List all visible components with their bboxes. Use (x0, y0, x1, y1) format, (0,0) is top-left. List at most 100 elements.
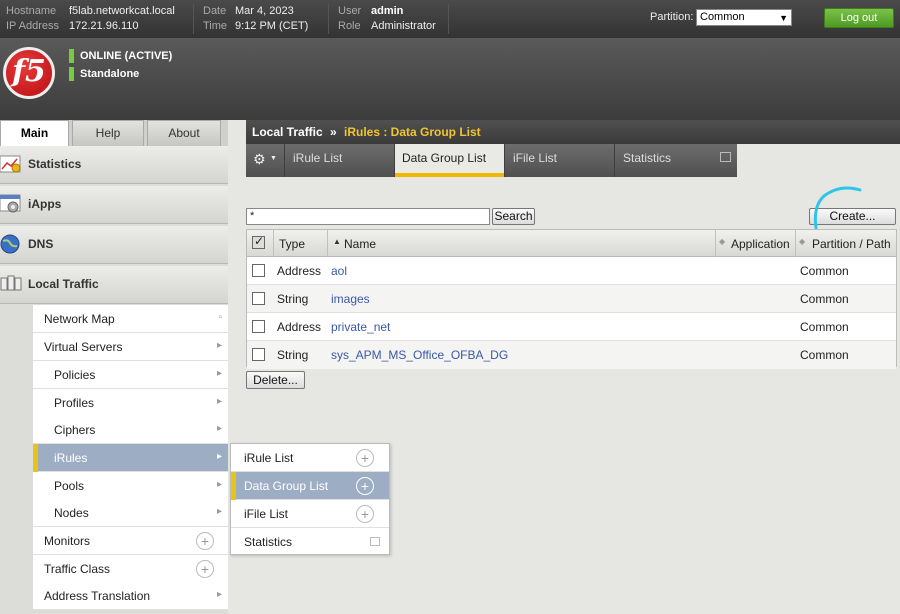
sort-asc-icon: ▲ (333, 237, 341, 246)
chevron-right-icon: ▸ (216, 396, 222, 407)
sidebar-item-monitors[interactable]: Monitors + (33, 527, 228, 555)
sidebar-item-statistics[interactable]: Statistics (0, 146, 228, 184)
sidebar-label: Virtual Servers (44, 340, 123, 354)
role-label: Role (338, 20, 361, 32)
row-checkbox[interactable] (252, 348, 265, 361)
breadcrumb-root[interactable]: Local Traffic (252, 125, 323, 139)
sidebar-item-pools[interactable]: Pools ▸ (33, 472, 228, 500)
logout-button[interactable]: Log out (824, 8, 894, 28)
flyout-item-statistics[interactable]: Statistics (231, 528, 389, 556)
tab-main[interactable]: Main (0, 120, 69, 146)
local-traffic-icon (0, 275, 22, 291)
flyout-item-irule-list[interactable]: iRule List + (231, 444, 389, 472)
chevron-right-icon: ▸ (216, 423, 222, 434)
sidebar-label: DNS (28, 237, 54, 251)
table-header: Type ▲Name ◆ Application ◆ Partition / Pat… (247, 230, 896, 257)
header-application[interactable]: ◆ Application (716, 230, 796, 257)
globe-icon (0, 234, 20, 254)
partition-label: Partition: (650, 11, 694, 23)
search-button[interactable]: Search (492, 208, 535, 225)
chevron-right-icon: ▸ (216, 506, 222, 517)
sidebar-item-irules[interactable]: iRules ▸ (33, 444, 228, 472)
add-icon[interactable]: + (196, 532, 214, 550)
time-value: 9:12 PM (CET) (235, 20, 309, 32)
external-link-icon (720, 152, 731, 162)
cell-partition: Common (800, 320, 849, 334)
tab-statistics[interactable]: Statistics (615, 144, 737, 177)
breadcrumb-current: iRules : Data Group List (344, 125, 481, 139)
tab-irule-list[interactable]: iRule List (285, 144, 395, 177)
user-value: admin (371, 5, 404, 17)
tab-label: Statistics (623, 151, 672, 165)
iapps-icon (0, 194, 21, 213)
sub-tabs: ⚙ ▼ iRule List Data Group List iFile Lis… (246, 144, 737, 177)
top-bar: Hostname f5lab.networkcat.local IP Addres… (0, 0, 900, 38)
header-label: Type (279, 237, 306, 251)
ip-label: IP Address (6, 20, 59, 32)
time-label: Time (203, 20, 228, 32)
main-tabs: Main Help About (0, 120, 228, 146)
cell-name-link[interactable]: private_net (331, 320, 390, 334)
sidebar-label: iApps (28, 197, 62, 211)
sidebar-item-address-translation[interactable]: Address Translation ▸ (33, 582, 228, 610)
sidebar-item-local-traffic[interactable]: Local Traffic (0, 266, 228, 304)
breadcrumb-separator: » (330, 125, 337, 139)
chevron-right-icon: ▸ (216, 589, 222, 600)
delete-button[interactable]: Delete... (246, 371, 305, 389)
row-checkbox[interactable] (252, 264, 265, 277)
tab-help[interactable]: Help (72, 120, 144, 146)
tab-ifile-list[interactable]: iFile List (505, 144, 615, 177)
header-label: Application (731, 237, 790, 251)
sidebar-label: Nodes (54, 506, 89, 520)
tab-data-group-list[interactable]: Data Group List (395, 144, 505, 177)
partition-select[interactable]: Common ▼ (696, 9, 792, 26)
host-info: Hostname f5lab.networkcat.local IP Addres… (6, 4, 175, 34)
cell-name-link[interactable]: images (331, 292, 370, 306)
header: f5 ONLINE (ACTIVE) Standalone (0, 38, 900, 120)
sidebar-item-iapps[interactable]: iApps (0, 186, 228, 224)
chevron-down-icon: ▼ (270, 155, 277, 162)
flyout-label: Data Group List (244, 479, 329, 493)
sidebar-label: Network Map (44, 312, 115, 326)
header-type[interactable]: Type (274, 230, 328, 257)
row-checkbox[interactable] (252, 320, 265, 333)
cell-name-link[interactable]: aol (331, 264, 347, 278)
sidebar-item-network-map[interactable]: Network Map ▫ (33, 305, 228, 333)
sidebar-item-policies[interactable]: Policies ▸ (33, 361, 228, 389)
flyout-item-data-group-list[interactable]: Data Group List + (231, 472, 389, 500)
date-info: Date Mar 4, 2023 Time 9:12 PM (CET) (203, 4, 308, 34)
row-checkbox[interactable] (252, 292, 265, 305)
sidebar-item-dns[interactable]: DNS (0, 226, 228, 264)
add-icon[interactable]: + (356, 477, 374, 495)
flyout-label: iRule List (244, 451, 294, 465)
gear-menu-button[interactable]: ⚙ ▼ (246, 144, 285, 177)
sidebar-item-profiles[interactable]: Profiles ▸ (33, 389, 228, 417)
add-icon[interactable]: + (196, 560, 214, 578)
ip-value: 172.21.96.110 (69, 20, 139, 32)
tab-about[interactable]: About (147, 120, 221, 146)
search-input[interactable]: * (246, 208, 490, 225)
f5-logo: f5 (3, 47, 55, 99)
add-icon[interactable]: + (356, 505, 374, 523)
cell-type: Address (277, 320, 322, 334)
cell-partition: Common (800, 264, 849, 278)
cell-name-link[interactable]: sys_APM_MS_Office_OFBA_DG (331, 348, 508, 362)
flyout-label: Statistics (244, 535, 293, 549)
sidebar-item-virtual-servers[interactable]: Virtual Servers ▸ (33, 333, 228, 361)
add-icon[interactable]: + (356, 449, 374, 467)
header-name[interactable]: ▲ Name (328, 230, 716, 257)
sort-icon: ◆ (799, 237, 806, 246)
chevron-right-icon: ▸ (216, 368, 222, 379)
sidebar-item-nodes[interactable]: Nodes ▸ (33, 499, 228, 527)
sidebar-label: iRules (54, 451, 88, 465)
header-partition[interactable]: ◆ Partition / Path (796, 230, 896, 257)
sidebar-item-ciphers[interactable]: Ciphers ▸ (33, 416, 228, 444)
breadcrumb: Local Traffic » iRules : Data Group List (246, 120, 900, 144)
sidebar-label: Monitors (44, 534, 91, 548)
select-all-checkbox[interactable] (252, 234, 265, 249)
sidebar-item-traffic-class[interactable]: Traffic Class + (33, 555, 228, 583)
chevron-right-icon: ▸ (216, 340, 222, 351)
hostname-value: f5lab.networkcat.local (69, 5, 175, 17)
sidebar-label: Ciphers (54, 423, 96, 437)
flyout-item-ifile-list[interactable]: iFile List + (231, 500, 389, 528)
